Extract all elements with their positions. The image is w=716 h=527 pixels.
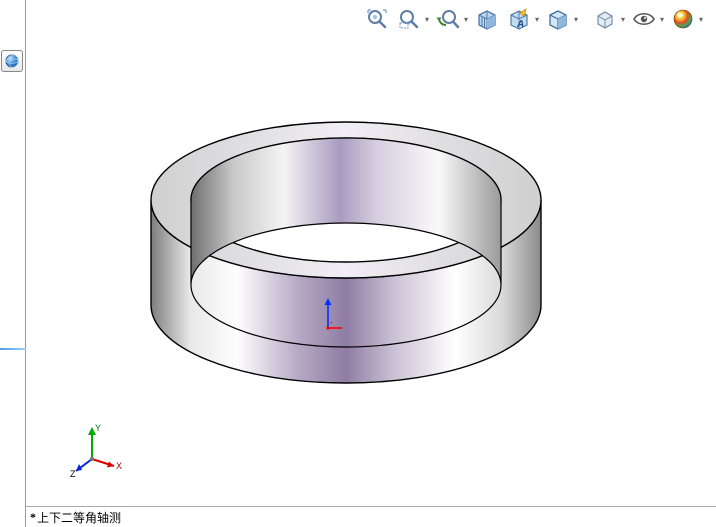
view-orientation-dropdown[interactable]: ▾	[620, 15, 626, 24]
zoom-area-button[interactable]	[395, 5, 423, 33]
previous-view-dropdown[interactable]: ▾	[463, 15, 469, 24]
orientation-triad: Z X Y	[62, 419, 122, 479]
eye-icon	[632, 7, 656, 31]
dynamic-annotation-icon: A	[507, 7, 531, 31]
svg-text:Y: Y	[95, 423, 101, 433]
status-bar: * 上下二等角轴测	[26, 506, 716, 527]
view-orientation-button[interactable]	[591, 5, 619, 33]
previous-view-icon	[436, 7, 460, 31]
zoom-area-icon	[397, 7, 421, 31]
dock-splitter-indicator	[0, 348, 26, 350]
appearance-sphere-icon	[671, 7, 695, 31]
zoom-fit-button[interactable]	[363, 5, 391, 33]
status-view-name: 上下二等角轴测	[37, 509, 121, 526]
app-root: 焊件	[0, 0, 716, 527]
display-style-button[interactable]	[544, 5, 572, 33]
view-toolbar: ▾ ▾	[363, 4, 704, 34]
status-modified-indicator: *	[30, 510, 36, 525]
model-ring	[106, 90, 586, 450]
display-style-icon	[546, 7, 570, 31]
zoom-area-dropdown[interactable]: ▾	[424, 15, 430, 24]
globe-icon	[4, 53, 20, 69]
origin-marker: *	[318, 298, 342, 332]
appearance-button[interactable]	[669, 5, 697, 33]
left-dock	[0, 0, 26, 527]
view-cube-icon	[593, 7, 617, 31]
feature-manager-tab[interactable]	[1, 50, 23, 72]
dynamic-annotation-dropdown[interactable]: ▾	[534, 15, 540, 24]
svg-text:A: A	[516, 19, 524, 30]
dynamic-annotation-button[interactable]: A	[505, 5, 533, 33]
graphics-viewport[interactable]: * ▾	[26, 0, 716, 527]
display-style-dropdown[interactable]: ▾	[573, 15, 579, 24]
svg-text:Z: Z	[70, 469, 76, 479]
section-view-button[interactable]	[473, 5, 501, 33]
svg-text:*: *	[330, 322, 333, 328]
svg-text:X: X	[116, 461, 122, 471]
appearance-dropdown[interactable]: ▾	[698, 15, 704, 24]
previous-view-button[interactable]	[434, 5, 462, 33]
hide-show-dropdown[interactable]: ▾	[659, 15, 665, 24]
section-view-icon	[475, 7, 499, 31]
hide-show-button[interactable]	[630, 5, 658, 33]
zoom-fit-icon	[365, 7, 389, 31]
